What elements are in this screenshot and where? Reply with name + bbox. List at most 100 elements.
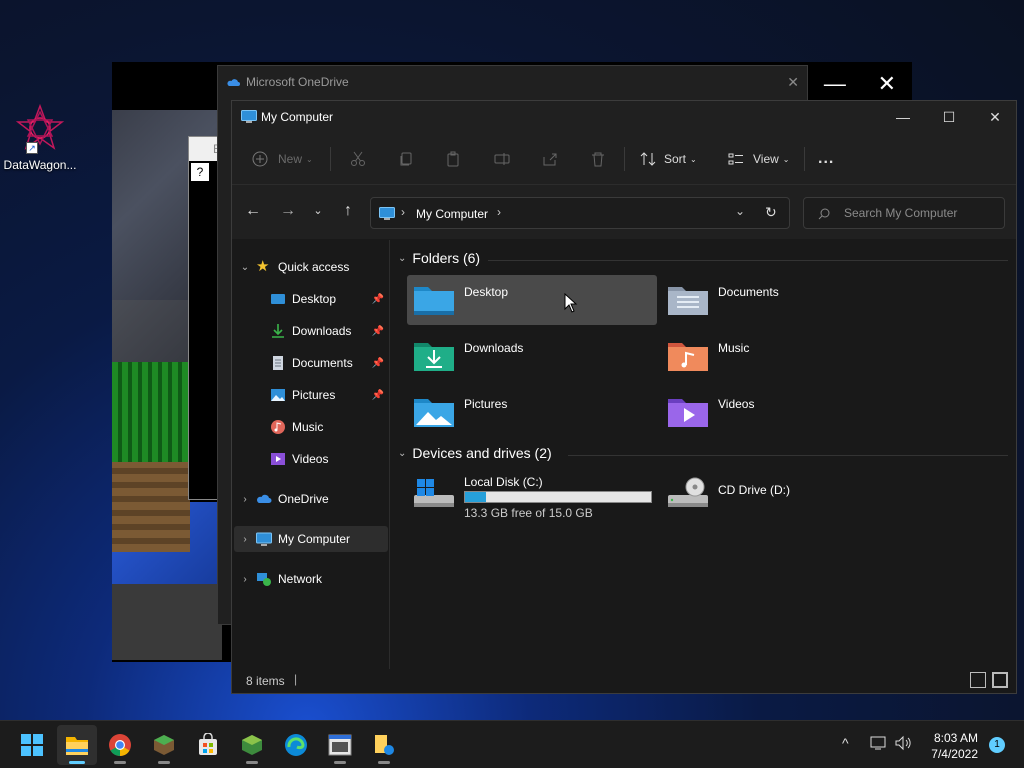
explorer-window[interactable]: My Computer — ☐ ✕ New ⌄ Sort ⌄ View ⌄ ..…: [231, 100, 1017, 694]
folder-desktop[interactable]: Desktop: [407, 275, 657, 325]
drive-local-c[interactable]: Local Disk (C:) 13.3 GB free of 15.0 GB: [407, 471, 657, 531]
pictures-icon: [271, 389, 285, 401]
nav-onedrive[interactable]: › OneDrive: [234, 486, 388, 512]
address-bar[interactable]: › My Computer › ⌄ ↻: [370, 197, 790, 229]
folder-pictures[interactable]: Pictures: [407, 387, 657, 437]
drive-free-space: 13.3 GB free of 15.0 GB: [464, 506, 593, 520]
show-hidden-icons-button[interactable]: ^: [842, 735, 849, 768]
chevron-down-icon: ⌄: [306, 154, 313, 164]
copy-button[interactable]: [398, 145, 414, 173]
windows-logo-icon: [21, 734, 43, 756]
taskbar-edge[interactable]: [276, 725, 316, 765]
nav-item-music[interactable]: Music: [234, 414, 388, 440]
paste-button[interactable]: [445, 145, 461, 173]
explorer-titlebar[interactable]: My Computer — ☐ ✕: [232, 101, 1016, 133]
clock-date: 7/4/2022: [931, 747, 978, 761]
taskbar-blocky[interactable]: [320, 725, 360, 765]
group-label: Devices and drives (2): [412, 445, 552, 461]
folder-name: Videos: [718, 397, 755, 411]
close-icon[interactable]: ✕: [878, 71, 896, 97]
chevron-down-icon[interactable]: ⌄: [234, 262, 256, 273]
more-options-button[interactable]: ...: [818, 145, 834, 173]
cut-button[interactable]: [350, 145, 366, 173]
refresh-icon[interactable]: ↻: [765, 204, 777, 221]
pin-icon: 📌: [371, 357, 384, 369]
nav-my-computer[interactable]: › My Computer: [234, 526, 388, 552]
start-button[interactable]: [12, 725, 52, 765]
command-bar: New ⌄ Sort ⌄ View ⌄ ...: [232, 133, 1016, 185]
folder-documents[interactable]: Documents: [661, 275, 911, 325]
group-label: Folders (6): [412, 250, 481, 266]
onedrive-cloud-icon: [257, 494, 272, 503]
folders-group-header[interactable]: ⌄ Folders (6): [398, 250, 1008, 266]
network-tray-icon[interactable]: [870, 735, 888, 768]
grass-block-icon: [242, 735, 262, 755]
view-button[interactable]: View ⌄: [728, 145, 790, 173]
nav-network[interactable]: › Network: [234, 566, 388, 592]
nav-item-desktop[interactable]: Desktop 📌: [234, 286, 388, 312]
nav-item-pictures[interactable]: Pictures 📌: [234, 382, 388, 408]
forward-button[interactable]: →: [276, 199, 300, 223]
chevron-down-icon[interactable]: ⌄: [398, 448, 406, 459]
network-icon: [870, 736, 886, 750]
nav-item-documents[interactable]: Documents 📌: [234, 350, 388, 376]
notification-badge[interactable]: 1: [989, 737, 1005, 753]
taskbar-minecraft-launcher[interactable]: [232, 725, 272, 765]
taskbar-file-explorer[interactable]: [57, 725, 97, 765]
new-button[interactable]: New ⌄: [252, 145, 313, 173]
group-divider: [488, 260, 1008, 261]
clipboard-icon: [447, 151, 459, 167]
taskbar-chrome[interactable]: [100, 725, 140, 765]
share-button[interactable]: [542, 145, 558, 173]
window-app-icon: [328, 734, 352, 756]
help-button[interactable]: ?: [191, 163, 209, 181]
recent-locations-button[interactable]: ⌄: [306, 199, 330, 223]
chevron-down-icon[interactable]: ⌄: [398, 253, 406, 264]
sort-button[interactable]: Sort ⌄: [640, 145, 697, 173]
chevron-right-icon[interactable]: ›: [234, 494, 256, 505]
scissors-icon: [351, 151, 365, 166]
pictures-folder-icon: [414, 399, 454, 427]
taskbar-minecraft[interactable]: [144, 725, 184, 765]
nav-label: Network: [278, 572, 323, 586]
status-separator: |: [294, 672, 298, 686]
nav-quick-access[interactable]: ⌄ ★ Quick access: [234, 254, 388, 280]
close-button[interactable]: ✕: [972, 101, 1018, 133]
chevron-right-icon[interactable]: ›: [234, 534, 256, 545]
taskbar-store[interactable]: [188, 725, 228, 765]
desktop-icon-datawagon[interactable]: ↗ DataWagon...: [2, 103, 78, 172]
folder-videos[interactable]: Videos: [661, 387, 911, 437]
status-bar: 8 items |: [232, 669, 1016, 693]
nav-label: OneDrive: [278, 492, 329, 506]
breadcrumb-my-computer[interactable]: My Computer: [416, 207, 488, 221]
nav-item-videos[interactable]: Videos: [234, 446, 388, 472]
folder-music[interactable]: Music: [661, 331, 911, 381]
minimize-button[interactable]: —: [880, 101, 926, 133]
folder-downloads[interactable]: Downloads: [407, 331, 657, 381]
running-indicator: [334, 761, 346, 764]
drive-cd-d[interactable]: CD Drive (D:): [661, 471, 911, 531]
chevron-right-icon[interactable]: ›: [234, 574, 256, 585]
taskbar-notes[interactable]: [364, 725, 404, 765]
minimize-icon[interactable]: —: [824, 71, 846, 97]
delete-button[interactable]: [590, 145, 606, 173]
new-label: New: [278, 152, 303, 166]
details-view-button[interactable]: [970, 672, 986, 688]
documents-folder-icon: [668, 287, 708, 315]
volume-icon[interactable]: [894, 735, 912, 768]
search-input[interactable]: [844, 206, 994, 220]
back-button[interactable]: ←: [241, 199, 265, 223]
speaker-icon: [895, 735, 911, 751]
search-box[interactable]: [803, 197, 1005, 229]
running-indicator: [114, 761, 126, 764]
address-dropdown-icon[interactable]: ⌄: [735, 204, 745, 218]
close-icon[interactable]: ✕: [787, 66, 799, 98]
onedrive-titlebar[interactable]: Microsoft OneDrive ✕: [218, 66, 807, 98]
up-button[interactable]: ↑: [336, 199, 360, 223]
nav-item-downloads[interactable]: Downloads 📌: [234, 318, 388, 344]
rename-button[interactable]: [494, 145, 510, 173]
drives-group-header[interactable]: ⌄ Devices and drives (2): [398, 445, 1008, 461]
large-icons-view-button[interactable]: [992, 672, 1008, 688]
system-clock[interactable]: 8:03 AM 7/4/2022: [931, 730, 978, 762]
maximize-button[interactable]: ☐: [926, 101, 972, 133]
